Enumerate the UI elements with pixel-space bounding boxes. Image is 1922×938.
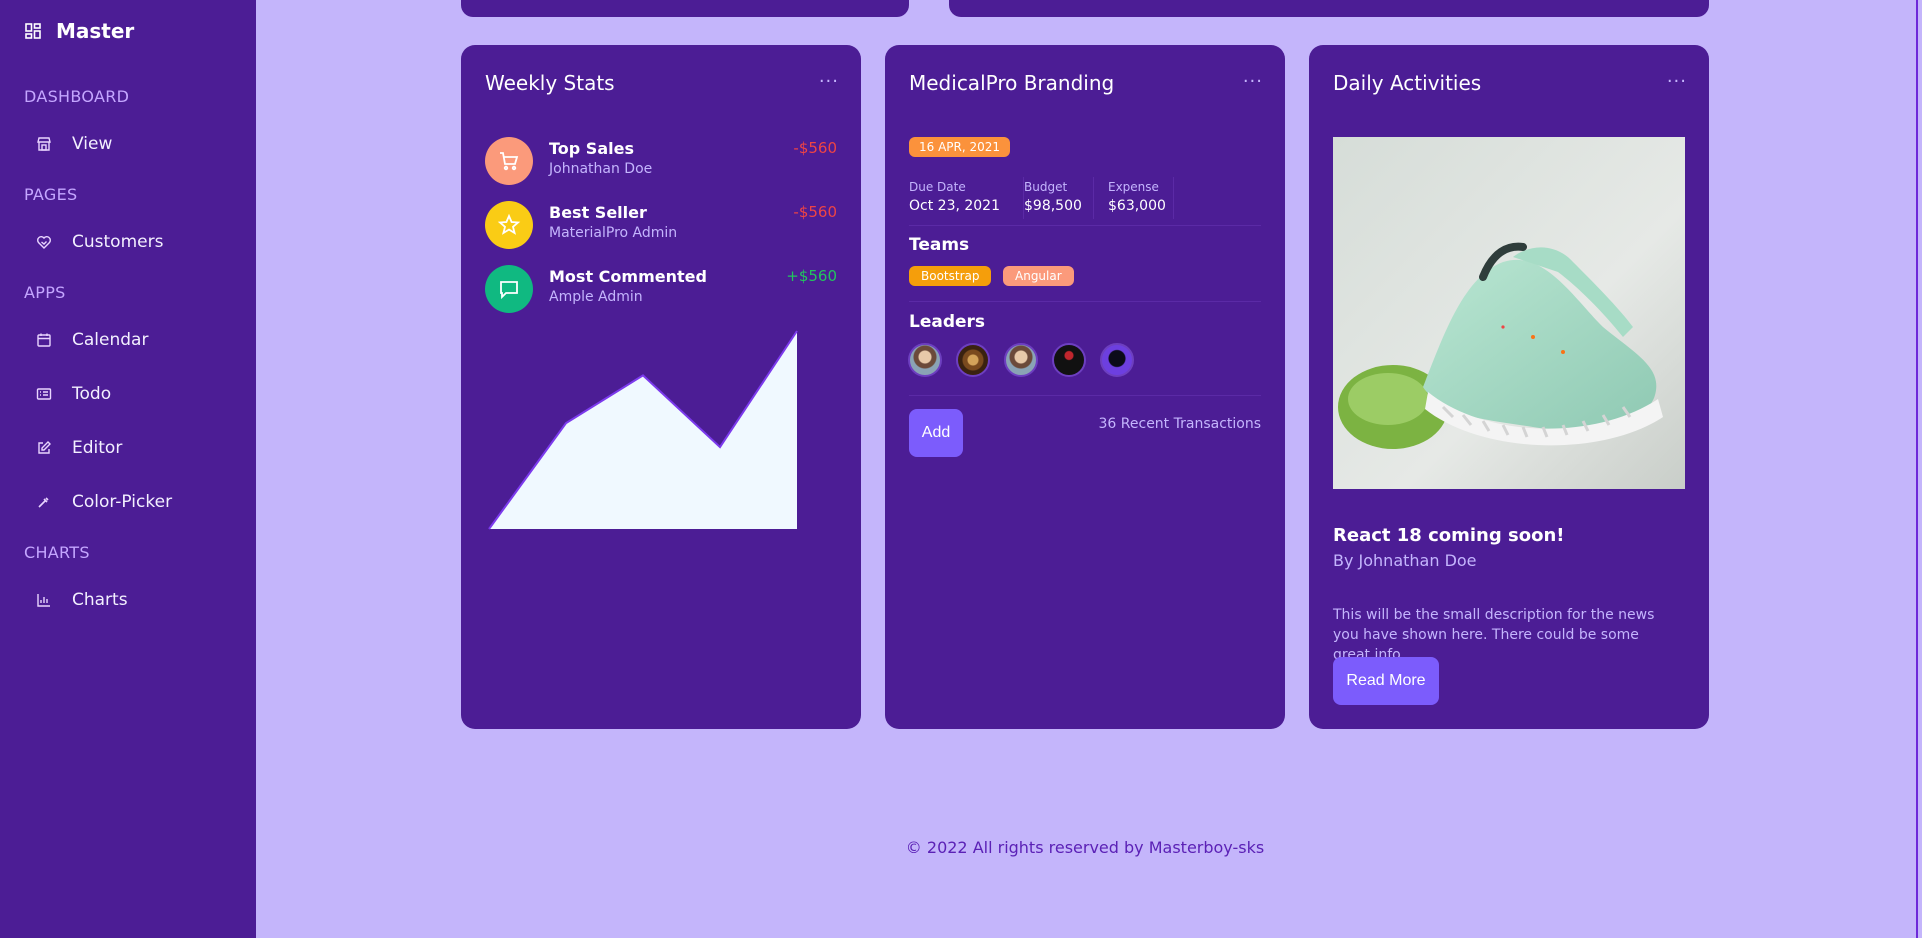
stat-title: Best Seller — [549, 203, 647, 222]
read-more-button[interactable]: Read More — [1333, 657, 1439, 705]
date-badge: 16 APR, 2021 — [909, 137, 1011, 157]
message-icon — [485, 265, 533, 313]
stat-title: Most Commented — [549, 267, 707, 286]
grid-icon — [24, 22, 42, 40]
bar-chart-icon — [36, 592, 52, 608]
divider — [1093, 177, 1094, 219]
more-options-icon[interactable]: ··· — [1243, 71, 1263, 92]
store-icon — [36, 136, 52, 152]
footer-copyright: © 2022 All rights reserved by Masterboy-… — [905, 838, 1265, 857]
leaders-title: Leaders — [909, 312, 986, 332]
cart-icon — [485, 137, 533, 185]
weekly-stats-card: Weekly Stats ··· Top Sales Johnathan Doe… — [461, 45, 861, 729]
divider — [909, 301, 1261, 302]
edit-icon — [36, 440, 52, 456]
stat-amount: +$560 — [786, 267, 837, 285]
avatar[interactable] — [956, 343, 990, 377]
meta-expense: Expense $63,000 — [1108, 180, 1166, 214]
top-card-left — [461, 0, 909, 17]
card-title: MedicalPro Branding — [909, 71, 1115, 95]
sidebar-item-label: Color-Picker — [72, 492, 173, 512]
brand[interactable]: Master — [24, 18, 134, 44]
card-title: Weekly Stats — [485, 71, 615, 95]
sidebar-item-color-picker[interactable]: Color-Picker — [0, 482, 256, 522]
sidebar-item-label: Editor — [72, 438, 123, 458]
branding-card: MedicalPro Branding ··· 16 APR, 2021 Due… — [885, 45, 1285, 729]
tag-angular[interactable]: Angular — [1003, 266, 1074, 286]
news-description: This will be the small description for t… — [1333, 607, 1655, 663]
section-label-dashboard: DASHBOARD — [24, 87, 130, 106]
chart-area — [489, 331, 797, 529]
sidebar-item-label: Calendar — [72, 330, 149, 350]
heart-handshake-icon — [36, 234, 52, 250]
section-label-charts: CHARTS — [24, 543, 90, 562]
avatar[interactable] — [908, 343, 942, 377]
list-icon — [36, 386, 52, 402]
shoe-image — [1333, 137, 1685, 489]
recent-transactions: 36 Recent Transactions — [1098, 416, 1261, 432]
sidebar-item-charts[interactable]: Charts — [0, 580, 256, 620]
meta-due-date: Due Date Oct 23, 2021 — [909, 180, 1000, 214]
avatar[interactable] — [1100, 343, 1134, 377]
section-label-pages: PAGES — [24, 185, 78, 204]
top-card-right — [949, 0, 1709, 17]
sidebar-item-calendar[interactable]: Calendar — [0, 320, 256, 360]
meta-label: Due Date — [909, 180, 966, 194]
sidebar-item-label: Todo — [72, 384, 112, 404]
stat-row-most-commented: Most Commented Ample Admin +$560 — [485, 265, 837, 315]
stat-amount: -$560 — [793, 203, 837, 221]
star-icon — [485, 201, 533, 249]
sidebar: Master DASHBOARD View PAGES Customers AP… — [0, 0, 256, 938]
calendar-icon — [36, 332, 52, 348]
stat-row-best-seller: Best Seller MaterialPro Admin -$560 — [485, 201, 837, 251]
stat-row-top-sales: Top Sales Johnathan Doe -$560 — [485, 137, 837, 187]
eyedropper-icon — [36, 494, 52, 510]
meta-value: $63,000 — [1108, 198, 1166, 214]
meta-label: Budget — [1024, 180, 1068, 194]
sidebar-item-todo[interactable]: Todo — [0, 374, 256, 414]
sidebar-item-view[interactable]: View — [0, 124, 256, 164]
divider — [1173, 177, 1174, 219]
avatar[interactable] — [1004, 343, 1038, 377]
stat-subtitle: Ample Admin — [549, 289, 643, 305]
sidebar-item-customers[interactable]: Customers — [0, 222, 256, 262]
meta-budget: Budget $98,500 — [1024, 180, 1082, 214]
meta-value: Oct 23, 2021 — [909, 198, 1000, 214]
weekly-area-chart — [488, 330, 798, 530]
more-options-icon[interactable]: ··· — [1667, 71, 1687, 92]
news-title: React 18 coming soon! — [1333, 525, 1565, 546]
stat-subtitle: MaterialPro Admin — [549, 225, 678, 241]
section-label-apps: APPS — [24, 283, 66, 302]
sidebar-item-label: View — [72, 134, 113, 154]
stat-title: Top Sales — [549, 139, 634, 158]
meta-label: Expense — [1108, 180, 1159, 194]
tag-bootstrap[interactable]: Bootstrap — [909, 266, 992, 286]
more-options-icon[interactable]: ··· — [819, 71, 839, 92]
sidebar-item-label: Charts — [72, 590, 128, 610]
meta-value: $98,500 — [1024, 198, 1082, 214]
add-button[interactable]: Add — [909, 409, 963, 457]
scrollbar[interactable] — [1916, 0, 1918, 938]
teams-title: Teams — [909, 235, 970, 255]
sidebar-item-label: Customers — [72, 232, 164, 252]
stat-subtitle: Johnathan Doe — [549, 161, 653, 177]
stat-amount: -$560 — [793, 139, 837, 157]
brand-name: Master — [56, 19, 135, 43]
news-author: By Johnathan Doe — [1333, 551, 1477, 570]
avatar[interactable] — [1052, 343, 1086, 377]
divider — [909, 225, 1261, 226]
daily-activities-card: Daily Activities ··· React 18 coming soo… — [1309, 45, 1709, 729]
card-title: Daily Activities — [1333, 71, 1482, 95]
divider — [909, 395, 1261, 396]
sidebar-item-editor[interactable]: Editor — [0, 428, 256, 468]
